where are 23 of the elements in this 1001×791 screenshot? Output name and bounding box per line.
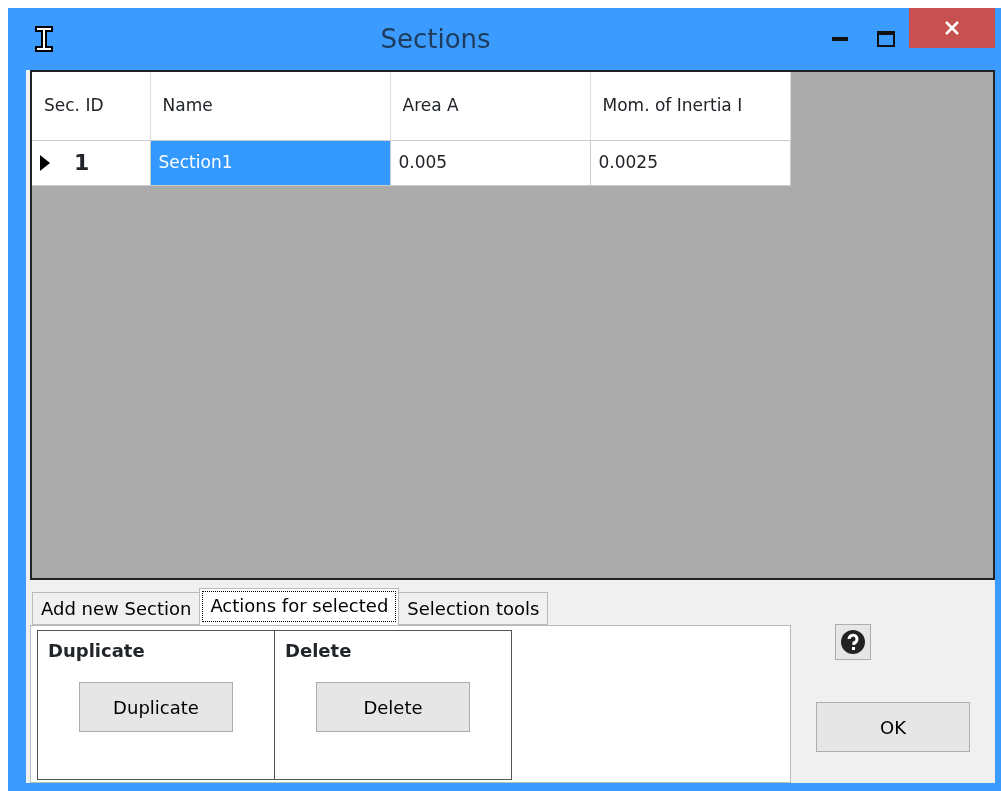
column-header[interactable]: Sec. ID [32,72,150,140]
section-beam-icon [34,25,54,53]
column-header[interactable]: Mom. of Inertia I [590,72,790,140]
close-icon [945,21,959,35]
row-number: 1 [74,149,90,177]
column-header[interactable]: Name [150,72,390,140]
action-button[interactable]: Duplicate [79,682,233,732]
tab[interactable]: Selection tools [398,592,549,625]
table-cell[interactable]: 0.0025 [590,140,790,185]
group-title: Delete [285,639,353,663]
ok-button[interactable]: OK [816,702,970,752]
minimize-icon [832,37,848,41]
maximize-icon [877,31,895,47]
action-button[interactable]: Delete [316,682,470,732]
help-icon [840,629,866,655]
group-title: Duplicate [48,639,146,663]
tab[interactable]: Add new Section [32,592,201,625]
row-header-cell[interactable]: 1 [32,140,150,185]
column-header[interactable]: Area A [390,72,590,140]
help-button[interactable] [835,624,871,660]
table-cell[interactable]: 0.005 [390,140,590,185]
window-title: Sections [379,22,492,56]
tab[interactable]: Actions for selected [199,588,400,625]
